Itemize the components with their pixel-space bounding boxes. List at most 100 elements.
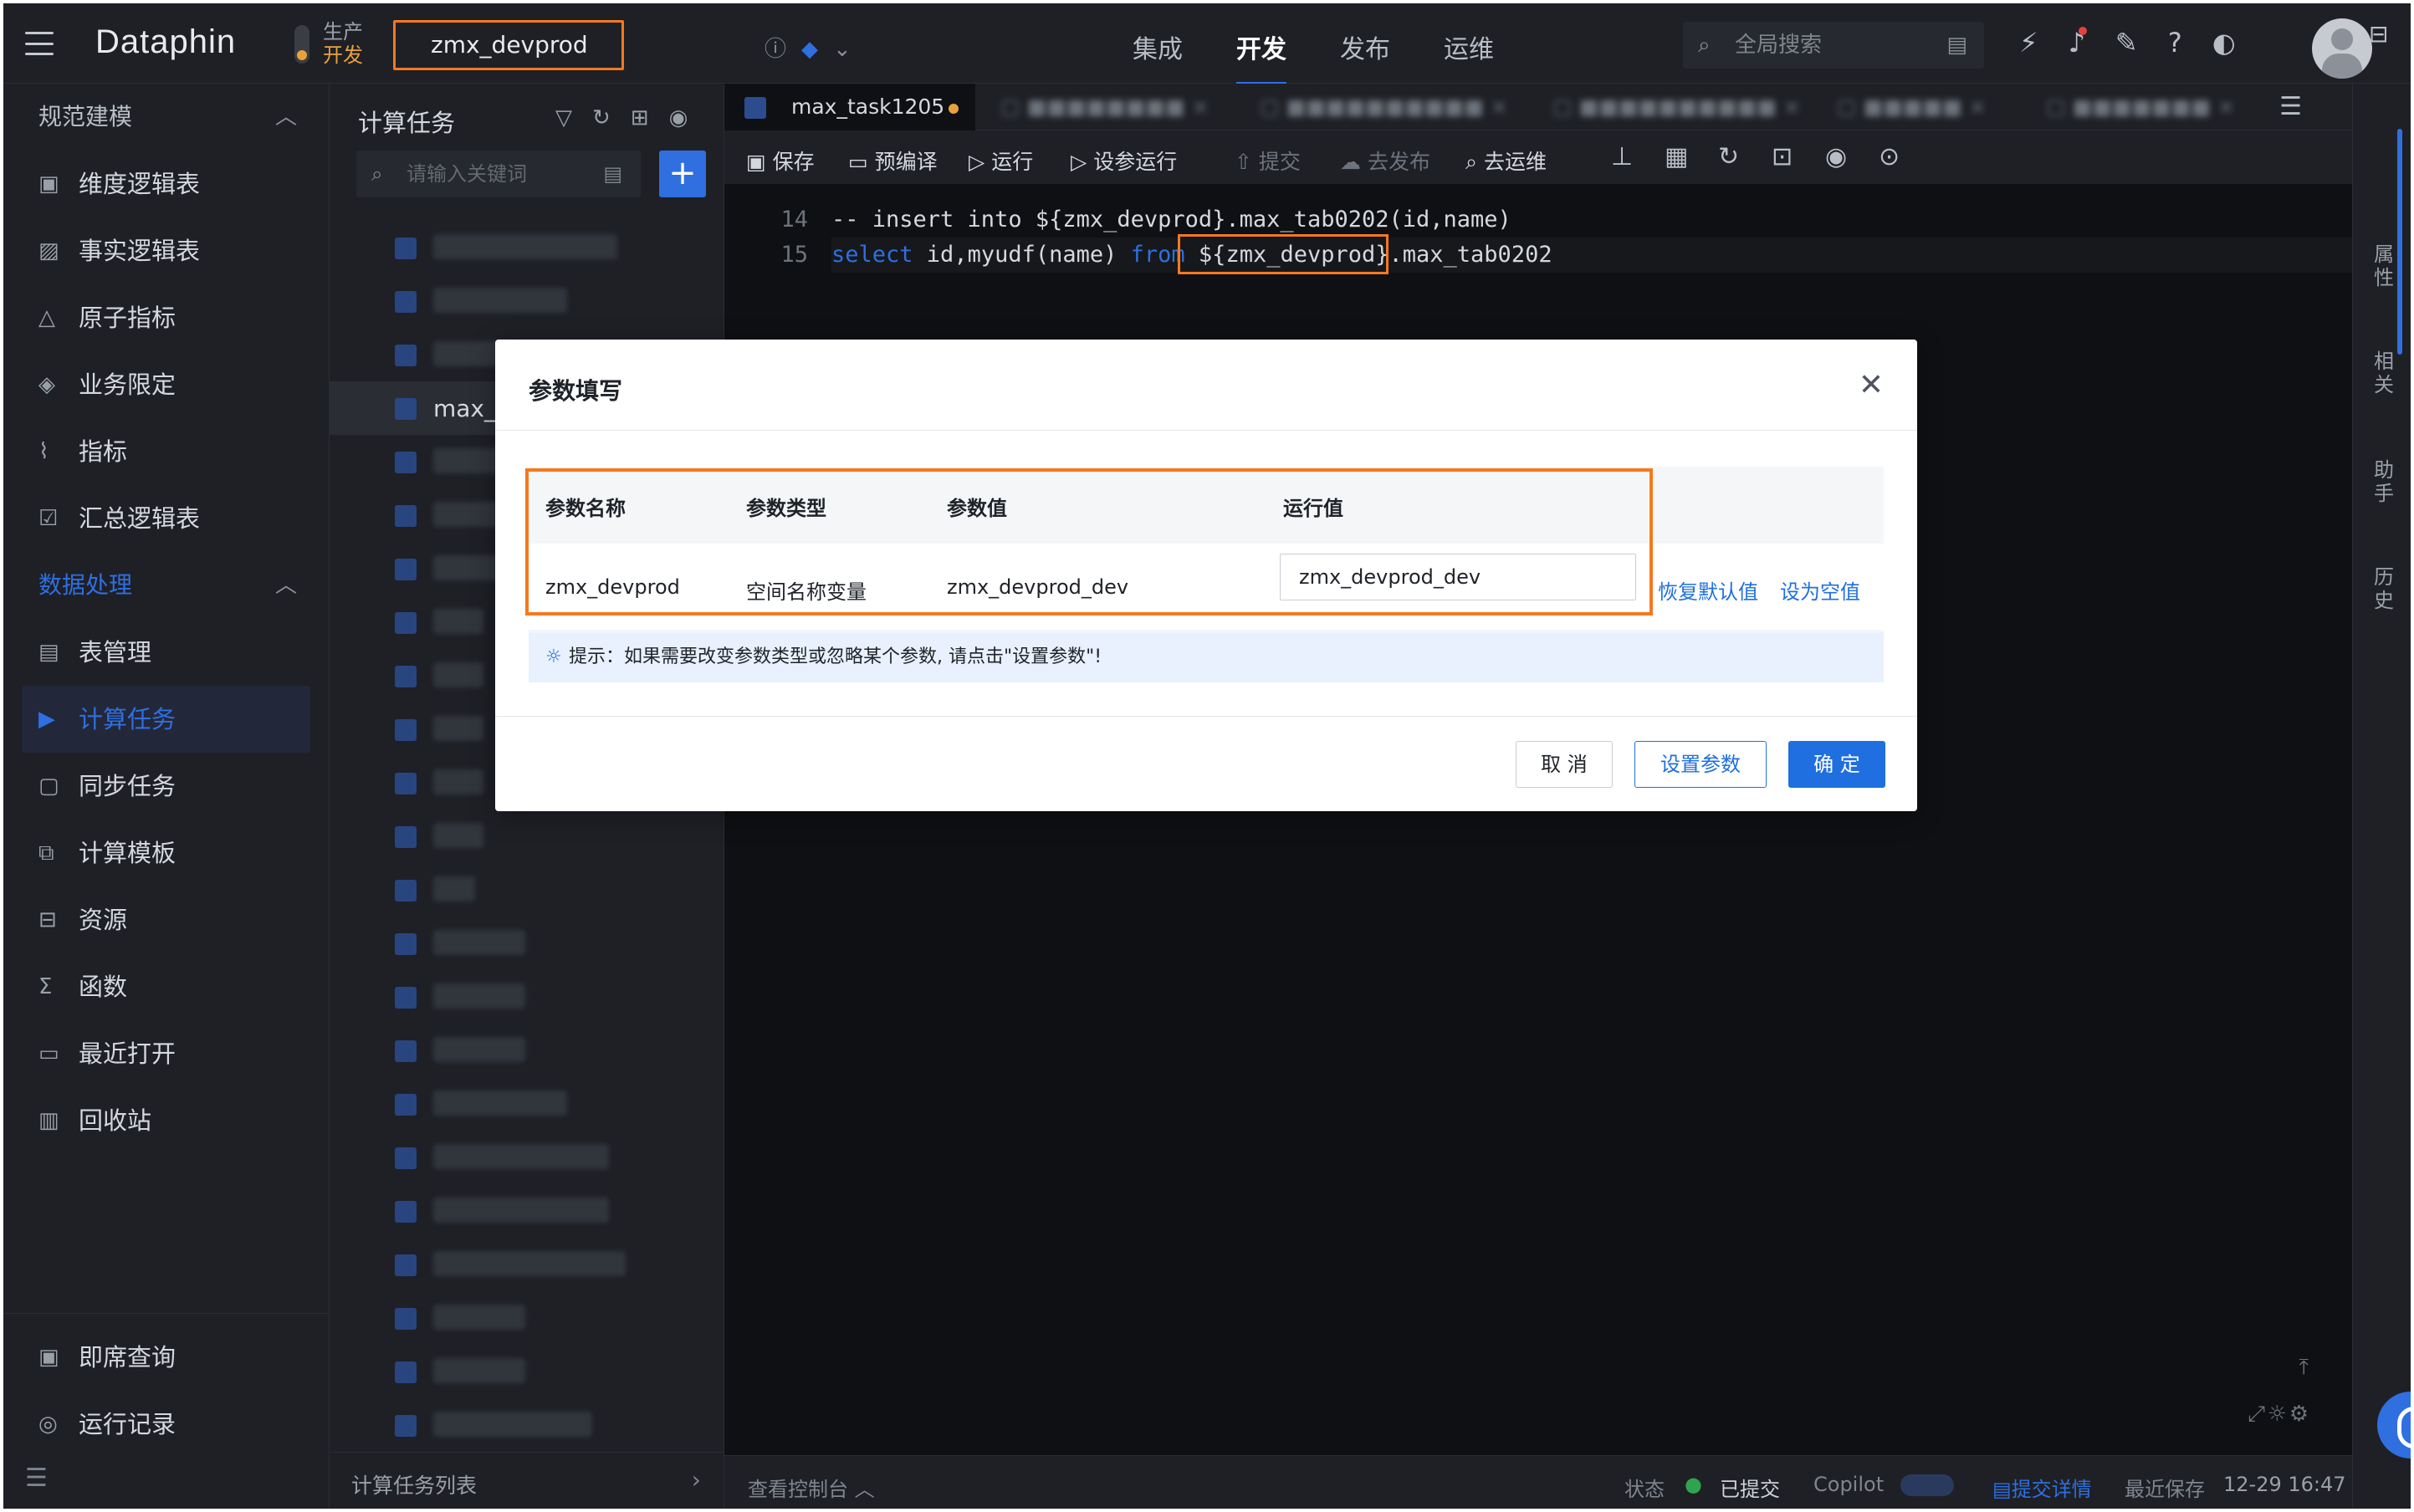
global-search[interactable]: ⌕ 全局搜索 ▤ [1683,22,1984,69]
task-search-input[interactable]: ⌕ 请输入关键词 ▤ [356,151,641,197]
restore-default-link[interactable]: 恢复默认值 [1658,575,1758,605]
code-line[interactable]: -- insert into ${zmx_devprod}.max_tab020… [831,202,1511,238]
list-item[interactable] [330,970,724,1024]
nav-publish[interactable]: 发布 [1340,28,1390,65]
info-icon[interactable]: ⓘ [765,37,786,62]
precompile-button[interactable]: ▭ 预编译 [848,146,938,176]
sidebar-item-dimension[interactable]: ▣ 维度逻辑表 [3,151,329,217]
list-item[interactable] [330,1077,724,1131]
calendar-search-icon[interactable]: ▤ [1946,22,1967,69]
param-run-button[interactable]: ▷ 设参运行 [1071,146,1177,176]
tab-active[interactable]: max_task1205 [724,84,975,130]
advanced-search-icon[interactable]: ▤ [603,151,622,197]
sidebar-item-metric[interactable]: ⌇ 指标 [3,418,329,485]
run-button[interactable]: ▷ 运行 [969,146,1033,176]
sidebar-item-function[interactable]: Σ 函数 [3,953,329,1020]
refresh-icon[interactable]: ↻ [1718,142,1739,171]
app-logo[interactable]: Dataphin [95,23,236,61]
wrench-icon[interactable]: ✎ [2115,27,2138,59]
building-icon[interactable]: ▦ [1665,142,1688,171]
list-item[interactable] [330,1238,724,1291]
console-toggle[interactable]: 查看控制台 ︿ [748,1473,875,1502]
sidebar-group-modeling[interactable]: 规范建模 ︿ [3,84,329,151]
tab-blurred[interactable]: ▢ ■■■■■■■■■■ × [1260,84,1536,130]
sidebar-group-processing[interactable]: 数据处理 ︿ [3,552,329,619]
workspace-selector[interactable]: zmx_devprod [393,20,624,70]
close-icon[interactable]: ✕ [1859,368,1884,402]
confirm-button[interactable]: 确 定 [1788,741,1885,788]
sidebar-item-business[interactable]: ◈ 业务限定 [3,351,329,418]
diamond-icon[interactable]: ◆ [801,37,818,62]
submit-details-link[interactable]: ▤提交详情 [1992,1473,2092,1502]
filter-icon[interactable]: ▽ [555,105,572,130]
location-icon[interactable]: ◉ [1825,142,1847,171]
tab-blurred[interactable]: ▢ ■■■■■■■ × [2046,84,2263,130]
chevron-down-icon[interactable]: ⌄ [833,37,852,62]
list-item[interactable] [330,1184,724,1238]
sidebar-item-atomic[interactable]: △ 原子指标 [3,284,329,351]
avatar[interactable] [2312,18,2372,79]
sidebar-item-runlog[interactable]: ◎ 运行记录 [3,1391,330,1458]
rail-history[interactable]: 历史 [2371,565,2396,612]
nav-integration[interactable]: 集成 [1133,28,1183,65]
sidebar-item-template[interactable]: ⧉ 计算模板 [3,820,329,886]
refresh-icon[interactable]: ↻ [592,105,611,130]
tab-blurred[interactable]: ▢ ■■■■■■■■ × [1000,84,1251,130]
publish-button[interactable]: ☁ 去发布 [1340,146,1430,176]
env-label[interactable]: 生产 开发 [323,20,363,67]
panel-toggle-icon[interactable]: ⊟ [2369,20,2388,48]
scroll-top-icon[interactable]: ⤒ [2299,1355,2309,1381]
list-item[interactable] [330,1131,724,1184]
fullscreen-icon[interactable]: ⤢ [2248,1402,2265,1428]
list-item[interactable] [330,274,724,328]
nav-operations[interactable]: 运维 [1444,28,1494,65]
sidebar-item-resource[interactable]: ⊟ 资源 [3,886,329,953]
submit-button[interactable]: ⇧ 提交 [1235,146,1301,176]
structure-icon[interactable]: ⊥ [1611,142,1633,171]
tab-blurred[interactable]: ▢ ■■■■■■■■■■ × [1552,84,1828,130]
list-item[interactable] [330,1345,724,1398]
more-icon[interactable]: ⊙ [1879,142,1900,171]
bell-icon[interactable]: ♪ [2068,27,2088,59]
help-icon[interactable]: ? [2168,27,2182,59]
locate-icon[interactable]: ◉ [669,105,688,130]
add-task-button[interactable]: + [659,151,706,197]
list-item[interactable] [330,221,724,274]
save-button[interactable]: ▣ 保存 [746,146,815,176]
copilot-toggle[interactable] [1900,1474,1954,1496]
cancel-button[interactable]: 取 消 [1516,741,1613,788]
tab-menu-icon[interactable]: ☰ [2279,92,2302,121]
list-item[interactable] [330,810,724,863]
sidebar-item-tables[interactable]: ▤ 表管理 [3,619,329,686]
list-item[interactable] [330,1024,724,1077]
operations-button[interactable]: ⌕ 去运维 [1465,146,1547,176]
theme-icon[interactable]: ☼ [2268,1402,2287,1427]
rail-properties[interactable]: 属性 [2371,243,2396,289]
set-empty-link[interactable]: 设为空值 [1780,575,1860,605]
sidebar-item-summary[interactable]: ☑ 汇总逻辑表 [3,485,329,552]
list-item[interactable] [330,1398,724,1452]
globe-icon[interactable]: ◐ [2212,27,2236,59]
rail-assistant[interactable]: 助手 [2371,458,2396,505]
set-params-button[interactable]: 设置参数 [1634,741,1767,788]
menu-icon[interactable] [25,32,54,55]
tab-blurred[interactable]: ▢ ■■■■■ × [1837,84,2029,130]
nav-develop[interactable]: 开发 [1236,28,1286,84]
new-folder-icon[interactable]: ⊞ [631,105,649,130]
task-list-footer[interactable]: 计算任务列表 › [330,1452,724,1509]
sidebar-item-recent[interactable]: ▭ 最近打开 [3,1020,329,1087]
rail-related[interactable]: 相关 [2371,350,2396,396]
list-item[interactable] [330,917,724,970]
settings-icon[interactable]: ⚙ [2289,1402,2309,1427]
lock-icon[interactable]: ⊡ [1772,142,1793,171]
sidebar-item-sync[interactable]: ▢ 同步任务 [3,753,329,820]
list-item[interactable] [330,1291,724,1345]
sidebar-item-trash[interactable]: ▥ 回收站 [3,1087,329,1154]
sidebar-item-fact[interactable]: ▨ 事实逻辑表 [3,217,329,284]
sidebar-item-adhoc[interactable]: ▣ 即席查询 [3,1324,330,1391]
sidebar-item-compute[interactable]: ▶ 计算任务 [22,686,310,753]
collapse-sidebar-icon[interactable]: ☰ [25,1463,48,1493]
env-toggle[interactable] [294,25,309,64]
task-icon[interactable]: ⚡ [2019,27,2038,59]
list-item[interactable] [330,863,724,917]
